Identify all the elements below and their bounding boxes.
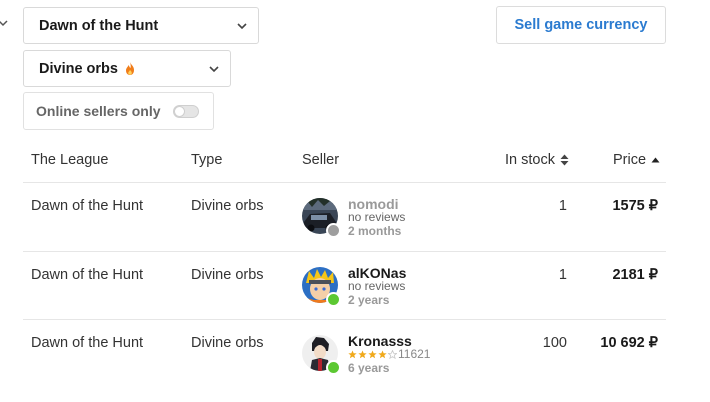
online-status-dot (326, 292, 341, 307)
row-stock: 100 (542, 335, 567, 351)
column-header-type: Type (191, 152, 223, 168)
online-sellers-label: Online sellers only (36, 103, 161, 119)
online-status-dot (326, 360, 341, 375)
league-select-value: Dawn of the Hunt (39, 17, 159, 34)
seller-rating: 11621 (348, 347, 430, 361)
divider (23, 182, 666, 183)
sell-game-currency-button[interactable]: Sell game currency (496, 6, 666, 44)
sort-ascending-icon (651, 157, 660, 163)
row-price: 1575 ₽ (612, 198, 658, 214)
row-league: Dawn of the Hunt (31, 335, 144, 351)
star-filled-icon (358, 349, 367, 358)
star-filled-icon (348, 349, 357, 358)
divider (23, 319, 666, 320)
row-league: Dawn of the Hunt (31, 267, 144, 283)
row-league: Dawn of the Hunt (31, 198, 144, 214)
seller-reviews: no reviews (348, 210, 406, 224)
seller-reviews: no reviews (348, 279, 406, 293)
column-header-price: Price (613, 152, 647, 168)
row-price: 2181 ₽ (612, 267, 658, 283)
column-header-stock: In stock (505, 152, 555, 168)
column-header-stock-sort[interactable]: In stock (505, 152, 569, 168)
star-empty-icon (388, 349, 397, 359)
currency-select[interactable]: Divine orbs (23, 50, 231, 87)
chevron-down-icon (0, 20, 8, 27)
chevron-down-icon (209, 65, 219, 72)
league-select[interactable]: Dawn of the Hunt (23, 7, 259, 44)
online-sellers-filter[interactable]: Online sellers only (23, 92, 214, 130)
column-header-seller: Seller (302, 152, 340, 168)
seller-age: 2 years (348, 293, 390, 307)
chevron-down-icon (237, 22, 247, 29)
toggle-knob (173, 105, 185, 117)
seller-age: 2 months (348, 224, 402, 238)
seller-review-count: 11621 (398, 347, 431, 361)
row-type: Divine orbs (191, 335, 264, 351)
currency-select-value: Divine orbs (39, 60, 118, 77)
fire-icon (125, 62, 134, 75)
column-header-league: The League (31, 152, 109, 168)
row-stock: 1 (558, 267, 567, 283)
offline-status-dot (326, 223, 341, 238)
online-sellers-toggle[interactable] (172, 104, 199, 118)
row-type: Divine orbs (191, 267, 264, 283)
column-header-price-sort[interactable]: Price (613, 152, 660, 168)
row-type: Divine orbs (191, 198, 264, 214)
row-stock: 1 (558, 198, 567, 214)
divider (23, 251, 666, 252)
star-filled-icon (368, 349, 377, 358)
row-price: 10 692 ₽ (600, 335, 658, 351)
sort-both-icon (560, 154, 569, 166)
star-filled-icon (378, 349, 387, 358)
seller-age: 6 years (348, 361, 390, 375)
